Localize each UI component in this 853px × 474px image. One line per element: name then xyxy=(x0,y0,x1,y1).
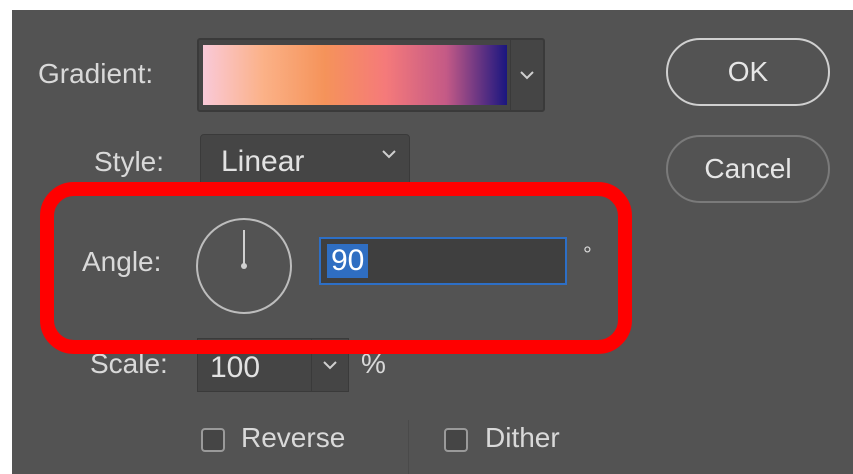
cancel-button[interactable]: Cancel xyxy=(666,135,830,203)
angle-highlight-box xyxy=(40,182,632,354)
chevron-down-icon xyxy=(520,71,534,80)
gradient-fill-dialog: Gradient: Style: Linear Angle: 90 ° Scal… xyxy=(12,10,853,474)
gradient-label: Gradient: xyxy=(38,58,154,89)
style-value: Linear xyxy=(221,145,305,178)
gradient-preview[interactable] xyxy=(203,45,507,105)
divider xyxy=(408,420,409,474)
chevron-down-icon xyxy=(323,361,337,370)
style-label: Style: xyxy=(94,146,165,177)
gradient-dropdown-button[interactable] xyxy=(510,40,543,110)
ok-button[interactable]: OK xyxy=(666,38,830,106)
dither-label[interactable]: Dither xyxy=(485,422,560,454)
style-select[interactable]: Linear xyxy=(200,134,410,188)
chevron-down-icon xyxy=(382,150,396,159)
scale-input-value: 100 xyxy=(210,351,261,384)
dither-checkbox[interactable] xyxy=(444,428,468,452)
reverse-label[interactable]: Reverse xyxy=(241,422,345,454)
reverse-checkbox[interactable] xyxy=(201,428,225,452)
gradient-picker[interactable] xyxy=(197,38,545,112)
